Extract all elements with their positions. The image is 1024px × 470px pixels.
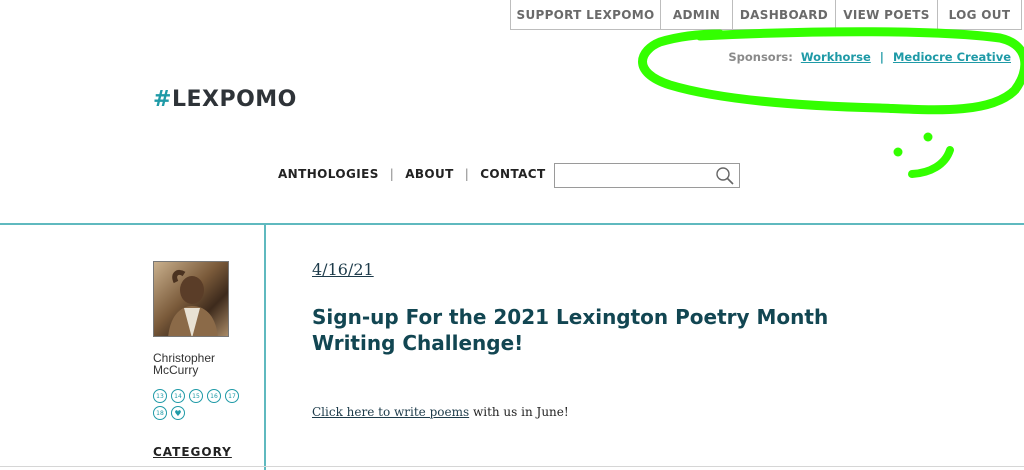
nav-divider: | bbox=[464, 167, 470, 181]
post-body: Click here to write poems with us in Jun… bbox=[312, 405, 569, 419]
nav-anthologies[interactable]: ANTHOLOGIES bbox=[278, 167, 379, 181]
support-lexpomo-link[interactable]: SUPPORT LEXPOMO bbox=[511, 0, 661, 29]
sponsor-link-mediocre-creative[interactable]: Mediocre Creative bbox=[893, 50, 1011, 64]
nav-about[interactable]: ABOUT bbox=[405, 167, 454, 181]
badge-15[interactable]: 15 bbox=[189, 389, 203, 403]
badge-special-icon[interactable]: ♥ bbox=[171, 406, 185, 420]
category-heading: CATEGORY bbox=[153, 445, 232, 459]
username-last: McCurry bbox=[153, 363, 199, 377]
logo-text: LEXPOMO bbox=[171, 87, 297, 112]
view-poets-link[interactable]: VIEW POETS bbox=[836, 0, 938, 29]
write-poems-link[interactable]: Click here to write poems bbox=[312, 405, 469, 419]
search-input[interactable] bbox=[559, 165, 713, 188]
log-out-link[interactable]: LOG OUT bbox=[938, 0, 1021, 29]
badge-17[interactable]: 17 bbox=[225, 389, 239, 403]
username[interactable]: Christopher McCurry bbox=[153, 352, 243, 376]
badge-list: 13 14 15 16 17 18 ♥ bbox=[153, 389, 253, 420]
site-logo[interactable]: #LEXPOMO bbox=[153, 87, 297, 112]
post-date[interactable]: 4/16/21 bbox=[312, 260, 374, 279]
badge-14[interactable]: 14 bbox=[171, 389, 185, 403]
admin-link[interactable]: ADMIN bbox=[661, 0, 733, 29]
search-box bbox=[554, 163, 740, 188]
avatar[interactable] bbox=[153, 261, 229, 337]
nav-contact[interactable]: CONTACT bbox=[480, 167, 545, 181]
admin-top-bar: SUPPORT LEXPOMO ADMIN DASHBOARD VIEW POE… bbox=[510, 0, 1022, 30]
sponsors-label: Sponsors: bbox=[728, 50, 793, 64]
nav-divider: | bbox=[389, 167, 395, 181]
sponsor-separator: | bbox=[879, 50, 884, 64]
content-top-divider bbox=[0, 223, 1024, 225]
badge-18[interactable]: 18 bbox=[153, 406, 167, 420]
dashboard-link[interactable]: DASHBOARD bbox=[733, 0, 836, 29]
logo-hash: # bbox=[153, 87, 172, 112]
sidebar-divider bbox=[264, 224, 266, 470]
content-bottom-divider bbox=[0, 466, 1024, 467]
sponsors-line: Sponsors: Workhorse | Mediocre Creative bbox=[728, 50, 1011, 64]
badge-13[interactable]: 13 bbox=[153, 389, 167, 403]
post-title: Sign-up For the 2021 Lexington Poetry Mo… bbox=[312, 305, 829, 355]
post-body-text: with us in June! bbox=[469, 405, 569, 419]
main-nav: ANTHOLOGIES | ABOUT | CONTACT | bbox=[278, 167, 572, 181]
badge-16[interactable]: 16 bbox=[207, 389, 221, 403]
avatar-photo bbox=[168, 269, 218, 336]
sponsor-link-workhorse[interactable]: Workhorse bbox=[801, 50, 871, 64]
search-icon[interactable] bbox=[715, 166, 735, 186]
